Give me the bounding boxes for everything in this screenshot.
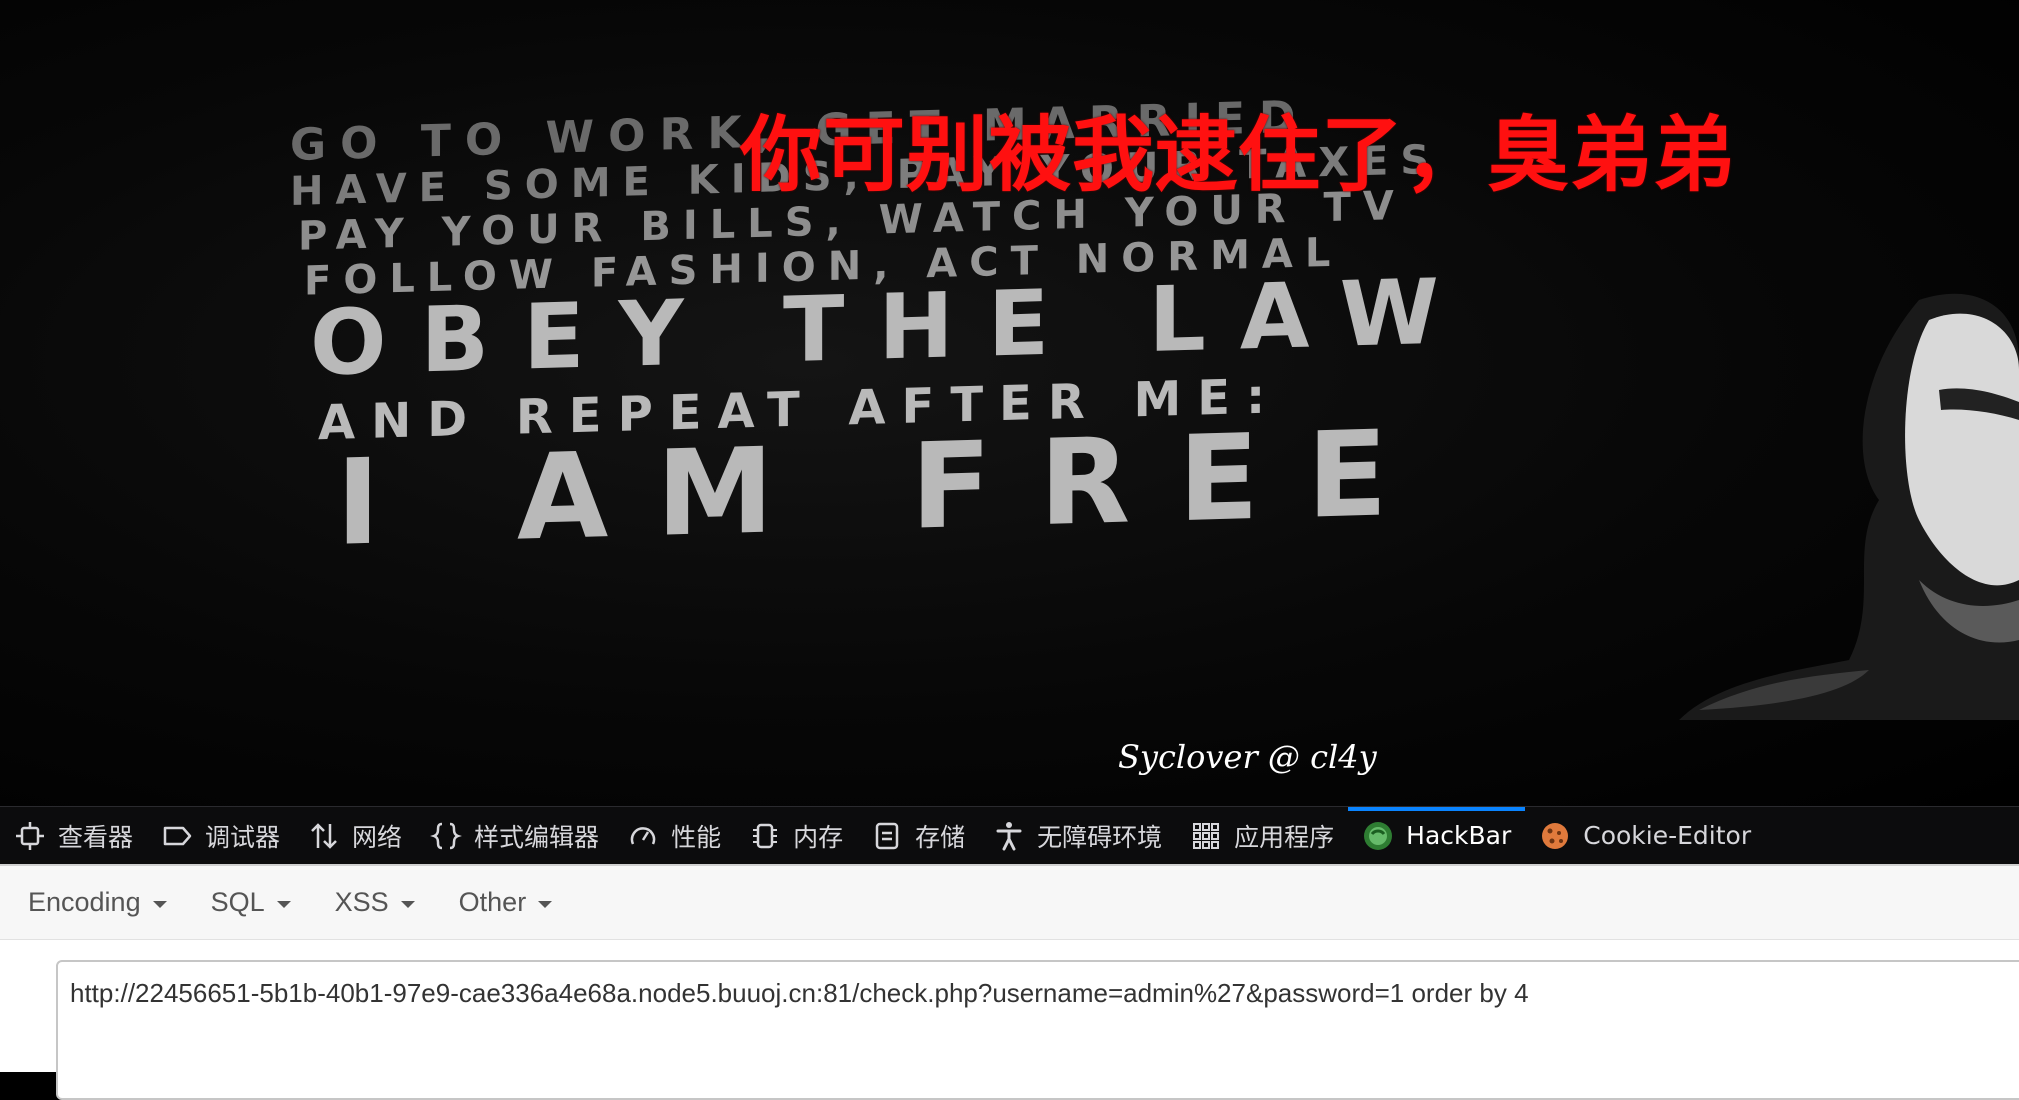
menu-label: XSS [334,887,389,917]
caret-down-icon [276,900,291,908]
caret-down-icon [538,900,553,908]
tab-cookie-editor[interactable]: Cookie-Editor [1525,807,1765,865]
tab-accessibility[interactable]: 无障碍环境 [979,807,1176,865]
menu-label: SQL [210,887,265,917]
caret-down-icon [400,900,415,908]
tab-hackbar[interactable]: HackBar [1348,806,1526,865]
page-headline: 你可别被我逮住了，臭弟弟 [740,108,1737,203]
tab-label: 无障碍环境 [1037,822,1163,852]
poster-line: I AM FREE [336,403,1435,572]
mask-figure [1679,293,2019,720]
memory-icon [749,820,781,852]
style-editor-icon [430,820,462,852]
menu-label: Other [458,887,527,917]
tab-label: 调试器 [205,822,281,852]
tab-storage[interactable]: 存储 [857,807,979,865]
hackbar-panel: Encoding SQL XSS Other http://22456651-5… [0,864,2019,1100]
tab-application[interactable]: 应用程序 [1176,807,1348,865]
tab-label: Cookie-Editor [1583,821,1752,850]
url-input[interactable]: http://22456651-5b1b-40b1-97e9-cae336a4e… [56,960,2019,1100]
tab-network[interactable]: 网络 [294,807,416,865]
menu-encoding[interactable]: Encoding [12,887,183,918]
menu-sql[interactable]: SQL [195,887,307,918]
menu-other[interactable]: Other [443,887,569,918]
tab-label: 性能 [671,822,722,852]
tab-performance[interactable]: 性能 [613,807,735,865]
tab-debugger[interactable]: 调试器 [147,807,294,865]
storage-icon [871,820,903,852]
tab-label: 样式编辑器 [474,822,600,852]
tab-label: 应用程序 [1234,822,1335,852]
tab-label: HackBar [1406,821,1512,850]
debugger-icon [161,820,193,852]
inspector-icon [14,820,46,852]
tab-memory[interactable]: 内存 [735,807,857,865]
tab-label: 内存 [793,822,844,852]
devtools-toolbar: 查看器 调试器 网络 样式编辑器 性能 内存 存储 无障碍环境 应用程序 Hac… [0,806,2019,864]
tab-label: 查看器 [58,822,134,852]
tab-label: 存储 [915,822,966,852]
network-icon [308,820,340,852]
menu-label: Encoding [28,887,141,917]
caret-down-icon [152,900,167,908]
hackbar-menu: Encoding SQL XSS Other [0,866,2019,940]
tab-label: 网络 [352,822,403,852]
tab-style-editor[interactable]: 样式编辑器 [416,807,613,865]
menu-xss[interactable]: XSS [319,887,431,918]
accessibility-icon [993,820,1025,852]
hackbar-icon [1362,820,1394,852]
page-signature: Syclover @ cl4y [1118,738,1377,776]
tab-inspector[interactable]: 查看器 [0,807,147,865]
performance-icon [627,820,659,852]
application-icon [1190,820,1222,852]
cookie-icon [1539,820,1571,852]
page-viewport: GO TO WORK, GET MARRIED HAVE SOME KIDS, … [0,0,2019,806]
